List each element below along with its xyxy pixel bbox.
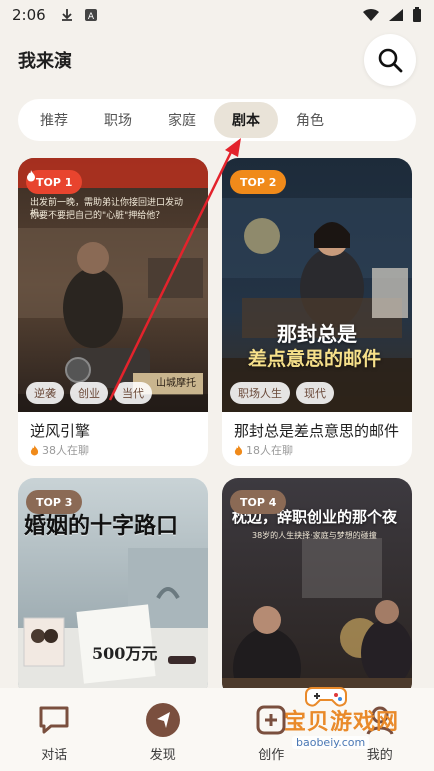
tab-family[interactable]: 家庭 [150,102,214,138]
tag: 当代 [114,382,152,404]
poster-title: 差点意思的邮件 [248,348,382,370]
script-card[interactable]: 出发前一晚，需助弟让你接回进口发动机。 你要不要把自己的"心脏"押给他？ 山城摩… [18,158,208,466]
script-card[interactable]: 那封总是 差点意思的邮件 TOP 2 职场人生 现代 那封总是差点意思的邮件 1… [222,158,412,466]
tag: 职场人生 [230,382,290,404]
rank-label: TOP 4 [240,495,277,509]
svg-text:A: A [88,12,95,22]
app-title: 我来演 [18,51,72,72]
rank-label: TOP 3 [36,495,73,509]
tab-label: 角色 [296,113,324,129]
chat-count: 38人在聊 [42,444,89,457]
watermark: 宝贝游戏网 baobeiy.com [252,682,402,762]
header: 我来演 [0,30,434,90]
battery-icon [413,7,421,22]
category-tabs: 推荐 职场 家庭 剧本 角色 [18,99,416,141]
tab-label: 家庭 [168,113,196,129]
status-bar: 2:06 A [0,0,434,30]
search-button[interactable] [364,34,416,86]
chat-count: 18人在聊 [246,444,293,457]
fire-icon [234,444,243,455]
tab-role[interactable]: 角色 [278,102,342,138]
tag: 逆袭 [26,382,64,404]
nav-chat[interactable]: 对话 [19,702,89,763]
card-title: 那封总是差点意思的邮件 [234,422,400,440]
signal-icon [389,9,403,21]
poster-image: 枕边，辞职创业的那个夜 38岁的人生抉择·家庭与梦想的碰撞 TOP 4 [222,478,412,698]
script-card[interactable]: 婚姻的十字路口 500万元 TOP 3 [18,478,208,698]
script-card[interactable]: 枕边，辞职创业的那个夜 38岁的人生抉择·家庭与梦想的碰撞 TOP 4 [222,478,412,698]
poster-title: 那封总是 [277,322,357,346]
nav-label: 对话 [41,748,68,763]
tag-list: 职场人生 现代 [230,382,334,404]
card-meta: 18人在聊 [234,442,293,458]
nav-label: 发现 [149,748,176,763]
status-time: 2:06 [12,6,46,24]
poster-image: 出发前一晚，需助弟让你接回进口发动机。 你要不要把自己的"心脏"押给他？ 山城摩… [18,158,208,412]
tab-workplace[interactable]: 职场 [86,102,150,138]
tab-label: 职场 [104,113,132,129]
rank-label: TOP 1 [36,175,73,189]
rank-label: TOP 2 [240,175,277,189]
tab-script[interactable]: 剧本 [214,102,278,138]
tab-label: 推荐 [40,113,68,129]
poster-amount: 500万元 [92,644,158,663]
tag: 创业 [70,382,108,404]
rank-badge: TOP 3 [26,490,83,514]
tab-recommend[interactable]: 推荐 [22,102,86,138]
nav-discover[interactable]: 发现 [128,702,198,763]
rank-badge: TOP 2 [230,170,287,194]
card-meta: 38人在聊 [30,442,89,458]
poster-sign: 山城摩托 [156,378,196,389]
download-icon [61,9,72,21]
poster-subtitle: 38岁的人生抉择·家庭与梦想的碰撞 [252,531,377,540]
poster-image: 婚姻的十字路口 500万元 TOP 3 [18,478,208,698]
fire-icon [30,444,39,455]
watermark-text: 宝贝游戏网 [284,710,400,735]
poster-image: 那封总是 差点意思的邮件 TOP 2 职场人生 现代 [222,158,412,412]
rank-badge: TOP 4 [230,490,287,514]
fire-icon [27,170,35,182]
tab-label: 剧本 [232,113,260,129]
rank-badge: TOP 1 [26,170,83,194]
wifi-icon [363,8,379,21]
search-icon [378,48,403,73]
script-card-grid: 出发前一晚，需助弟让你接回进口发动机。 你要不要把自己的"心脏"押给他？ 山城摩… [18,158,416,698]
app-notification-icon: A [84,9,97,22]
tag-list: 逆袭 创业 当代 [26,382,152,404]
tag: 现代 [296,382,334,404]
watermark-url: baobeiy.com [292,736,370,749]
compass-icon [145,702,181,738]
card-title: 逆风引擎 [30,422,91,440]
chat-icon [36,702,72,738]
poster-text: 你要不要把自己的"心脏"押给他？ [30,211,165,221]
